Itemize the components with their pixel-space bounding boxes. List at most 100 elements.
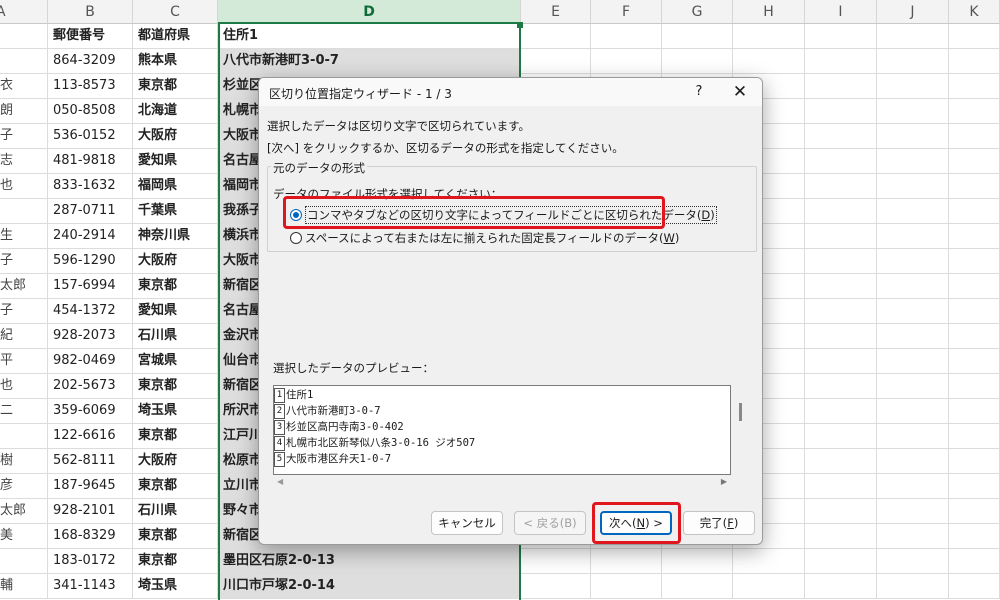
cell-b[interactable]: 202-5673 [48, 374, 133, 399]
cell-k[interactable] [949, 374, 1000, 399]
cell-a[interactable]: 彦 [0, 474, 48, 499]
cell-i[interactable] [805, 149, 877, 174]
cell-a[interactable] [0, 424, 48, 449]
cell-b[interactable]: 157-6994 [48, 274, 133, 299]
scroll-right-icon[interactable]: ▶ [721, 477, 727, 486]
cell-k[interactable] [949, 324, 1000, 349]
cell-c[interactable]: 千葉県 [133, 199, 218, 224]
column-header-g[interactable]: G [662, 0, 733, 24]
radio-fixed-width[interactable]: スペースによって右または左に揃えられた固定長フィールドのデータ(W) [290, 230, 679, 246]
cell-i[interactable] [805, 274, 877, 299]
cell-c[interactable]: 宮城県 [133, 349, 218, 374]
cell-c[interactable]: 東京都 [133, 474, 218, 499]
cell-b[interactable]: 168-8329 [48, 524, 133, 549]
cell-a[interactable] [0, 49, 48, 74]
cell-e[interactable] [521, 574, 591, 599]
column-header-k[interactable]: K [949, 0, 1000, 24]
cell-k[interactable] [949, 549, 1000, 574]
column-header-f[interactable]: F [591, 0, 662, 24]
cell-i[interactable] [805, 549, 877, 574]
cell-c[interactable]: 神奈川県 [133, 224, 218, 249]
cell-k[interactable] [949, 99, 1000, 124]
cell-k[interactable] [949, 574, 1000, 599]
preview-vertical-scrollbar[interactable] [739, 403, 742, 421]
help-button[interactable]: ? [689, 82, 709, 102]
cell-b[interactable]: 536-0152 [48, 124, 133, 149]
cell-j[interactable] [877, 24, 949, 49]
column-header-a[interactable]: A [0, 0, 48, 24]
cell-c[interactable]: 大阪府 [133, 124, 218, 149]
cell-f[interactable] [591, 24, 662, 49]
cell-j[interactable] [877, 174, 949, 199]
cell-k[interactable] [949, 24, 1000, 49]
cell-k[interactable] [949, 424, 1000, 449]
cell-c[interactable]: 東京都 [133, 274, 218, 299]
close-icon[interactable]: ✕ [727, 80, 753, 104]
cell-j[interactable] [877, 299, 949, 324]
cell-k[interactable] [949, 474, 1000, 499]
cell-k[interactable] [949, 299, 1000, 324]
cell-i[interactable] [805, 349, 877, 374]
cell-k[interactable] [949, 124, 1000, 149]
cell-a[interactable]: 生 [0, 224, 48, 249]
cell-d[interactable]: 八代市新港町3-0-7 [218, 49, 521, 74]
cell-k[interactable] [949, 174, 1000, 199]
cell-d[interactable]: 川口市戸塚2-0-14 [218, 574, 521, 599]
cell-c[interactable]: 石川県 [133, 324, 218, 349]
cell-j[interactable] [877, 324, 949, 349]
cell-i[interactable] [805, 249, 877, 274]
cell-i[interactable] [805, 74, 877, 99]
cell-c[interactable]: 埼玉県 [133, 399, 218, 424]
cell-c[interactable]: 都道府県 [133, 24, 218, 49]
cell-i[interactable] [805, 99, 877, 124]
cell-a[interactable]: 平 [0, 349, 48, 374]
cell-j[interactable] [877, 524, 949, 549]
cell-c[interactable]: 愛知県 [133, 299, 218, 324]
dialog-title-bar[interactable]: 区切り位置指定ウィザード - 1 / 3 ? ✕ [259, 78, 762, 106]
cell-b[interactable]: 833-1632 [48, 174, 133, 199]
cell-k[interactable] [949, 524, 1000, 549]
cell-a[interactable] [0, 549, 48, 574]
cell-a[interactable]: 子 [0, 124, 48, 149]
cell-g[interactable] [662, 49, 733, 74]
cell-a[interactable]: 樹 [0, 449, 48, 474]
cell-a[interactable]: 衣 [0, 74, 48, 99]
cell-k[interactable] [949, 224, 1000, 249]
cell-i[interactable] [805, 449, 877, 474]
cell-j[interactable] [877, 49, 949, 74]
cell-a[interactable]: 太郎 [0, 499, 48, 524]
cell-a[interactable]: 太郎 [0, 274, 48, 299]
cell-a[interactable] [0, 199, 48, 224]
cell-k[interactable] [949, 199, 1000, 224]
cell-a[interactable]: 子 [0, 299, 48, 324]
cell-b[interactable]: 287-0711 [48, 199, 133, 224]
cell-i[interactable] [805, 374, 877, 399]
cell-i[interactable] [805, 499, 877, 524]
cell-g[interactable] [662, 574, 733, 599]
cell-i[interactable] [805, 24, 877, 49]
cell-j[interactable] [877, 274, 949, 299]
cell-b[interactable]: 454-1372 [48, 299, 133, 324]
cell-g[interactable] [662, 24, 733, 49]
cell-b[interactable]: 341-1143 [48, 574, 133, 599]
cell-j[interactable] [877, 199, 949, 224]
cell-i[interactable] [805, 124, 877, 149]
column-header-h[interactable]: H [733, 0, 805, 24]
radio-selected-icon[interactable] [290, 209, 302, 221]
cell-k[interactable] [949, 274, 1000, 299]
cell-i[interactable] [805, 399, 877, 424]
cell-i[interactable] [805, 324, 877, 349]
cell-j[interactable] [877, 74, 949, 99]
cell-k[interactable] [949, 399, 1000, 424]
cell-k[interactable] [949, 449, 1000, 474]
cell-c[interactable]: 東京都 [133, 424, 218, 449]
cell-c[interactable]: 埼玉県 [133, 574, 218, 599]
preview-horizontal-scrollbar[interactable]: ◀ ▶ [273, 477, 731, 489]
cell-f[interactable] [591, 49, 662, 74]
cell-g[interactable] [662, 549, 733, 574]
finish-button[interactable]: 完了(F) [683, 511, 755, 535]
cell-b[interactable]: 596-1290 [48, 249, 133, 274]
cell-b[interactable]: 122-6616 [48, 424, 133, 449]
cell-a[interactable]: 美 [0, 524, 48, 549]
fill-handle[interactable] [517, 22, 523, 28]
